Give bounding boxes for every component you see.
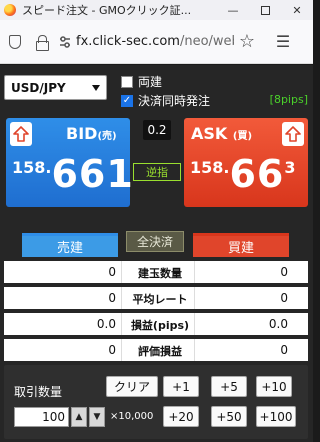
maximize-icon <box>260 5 270 15</box>
buy-average-rate: 0 <box>280 291 288 305</box>
url-domain: fx.click-sec.com <box>76 34 180 49</box>
quantity-section-label: 取引数量 <box>14 385 63 399</box>
add-20-button[interactable]: +20 <box>163 406 199 427</box>
buy-position-header: 買建 <box>193 233 289 257</box>
permissions-icon <box>60 35 70 48</box>
ask-button[interactable]: ASK (買) 158.663 <box>184 118 308 207</box>
menu-icon[interactable]: ☰ <box>270 30 296 54</box>
sell-position-header: 売建 <box>22 233 118 257</box>
speed-order-panel: USD/JPY 両建 ✓ 決済同時発注 [8pips] BID(売) 158.6… <box>0 65 313 442</box>
ask-label-text: ASK <box>191 124 228 143</box>
ask-sub-label: (買) <box>232 131 253 142</box>
bid-button[interactable]: BID(売) 158.661 <box>6 118 133 207</box>
bid-label-text: BID <box>66 124 98 143</box>
average-rate-label: 平均レート <box>132 293 188 306</box>
chevron-down-icon <box>92 85 100 91</box>
sell-pips: 0.0 <box>96 317 116 331</box>
position-row-average-rate: 0 平均レート 0 <box>4 287 308 309</box>
sell-average-rate: 0 <box>108 291 116 305</box>
add-10-button[interactable]: +10 <box>256 376 292 397</box>
valuation-label: 評価損益 <box>138 345 182 358</box>
buy-arrow-icon <box>282 122 304 146</box>
bid-label: BID(売) <box>66 124 117 143</box>
position-row-pips: 0.0 損益(pips) 0.0 <box>4 313 308 335</box>
bid-sub-label: (売) <box>97 131 117 142</box>
quantity-unit: ×10,000 <box>110 411 154 422</box>
bid-price-pip: 1 <box>106 152 134 196</box>
permissions-button[interactable] <box>54 30 76 54</box>
browser-title-bar: スピード注文 - GMOクリック証... — ✕ <box>0 0 313 20</box>
quantity-label: 建玉数量 <box>138 267 182 280</box>
hedge-checkbox-box[interactable] <box>121 75 133 88</box>
shield-icon <box>9 34 21 49</box>
ask-price-main: 66 <box>229 152 285 196</box>
buy-valuation: 0 <box>280 343 288 357</box>
settle-label: 決済同時発注 <box>138 94 211 108</box>
settle-checkbox-box[interactable]: ✓ <box>121 94 133 107</box>
bookmark-star-icon[interactable]: ☆ <box>234 30 260 54</box>
sell-valuation: 0 <box>108 343 116 357</box>
firefox-logo-icon <box>4 4 16 16</box>
lock-icon <box>35 34 49 51</box>
quantity-up-button[interactable]: ▲ <box>71 407 87 427</box>
close-all-button[interactable]: 全決済 <box>126 231 184 252</box>
quantity-down-button[interactable]: ▼ <box>89 407 105 427</box>
settle-checkbox[interactable]: ✓ 決済同時発注 <box>121 92 210 109</box>
bid-price-big-figure: 158. <box>12 158 52 177</box>
pips-range: [8pips] <box>269 93 308 106</box>
close-button[interactable]: ✕ <box>281 0 313 20</box>
pips-label: 損益(pips) <box>130 319 190 332</box>
position-row-quantity: 0 建玉数量 0 <box>4 261 308 283</box>
quantity-clear-button[interactable]: クリア <box>106 376 158 397</box>
ask-price-pip: 3 <box>284 158 296 177</box>
url-path: /neo/web, <box>179 34 234 49</box>
ask-label: ASK (買) <box>191 124 252 143</box>
sell-quantity: 0 <box>108 265 116 279</box>
spread-value: 0.2 <box>143 120 171 140</box>
add-1-button[interactable]: +1 <box>163 376 199 397</box>
currency-pair-select[interactable]: USD/JPY <box>4 75 107 100</box>
ask-price-big-figure: 158. <box>190 158 230 177</box>
bid-price-main: 66 <box>51 152 107 196</box>
buy-pips: 0.0 <box>268 317 288 331</box>
quantity-input[interactable]: 100 <box>14 407 69 427</box>
bid-price: 158.661 <box>12 152 134 196</box>
hedge-label: 両建 <box>138 75 163 89</box>
add-50-button[interactable]: +50 <box>211 406 247 427</box>
position-row-valuation: 0 評価損益 0 <box>4 339 308 361</box>
minimize-button[interactable]: — <box>217 0 249 20</box>
ask-price: 158.663 <box>190 152 296 196</box>
site-info-button[interactable] <box>28 30 54 54</box>
window-title: スピード注文 - GMOクリック証... <box>22 4 192 17</box>
address-bar: fx.click-sec.com/neo/web, ☆ ☰ <box>0 20 313 64</box>
sell-arrow-icon <box>10 122 32 146</box>
buy-quantity: 0 <box>280 265 288 279</box>
url-field[interactable]: fx.click-sec.com/neo/web, <box>76 34 234 49</box>
add-100-button[interactable]: +100 <box>256 406 296 427</box>
hedge-checkbox[interactable]: 両建 <box>121 73 162 90</box>
maximize-button[interactable] <box>249 0 281 20</box>
stop-order-button[interactable]: 逆指 <box>133 163 181 181</box>
tracking-protection-button[interactable] <box>2 30 28 54</box>
add-5-button[interactable]: +5 <box>211 376 247 397</box>
currency-pair-value: USD/JPY <box>11 80 66 95</box>
